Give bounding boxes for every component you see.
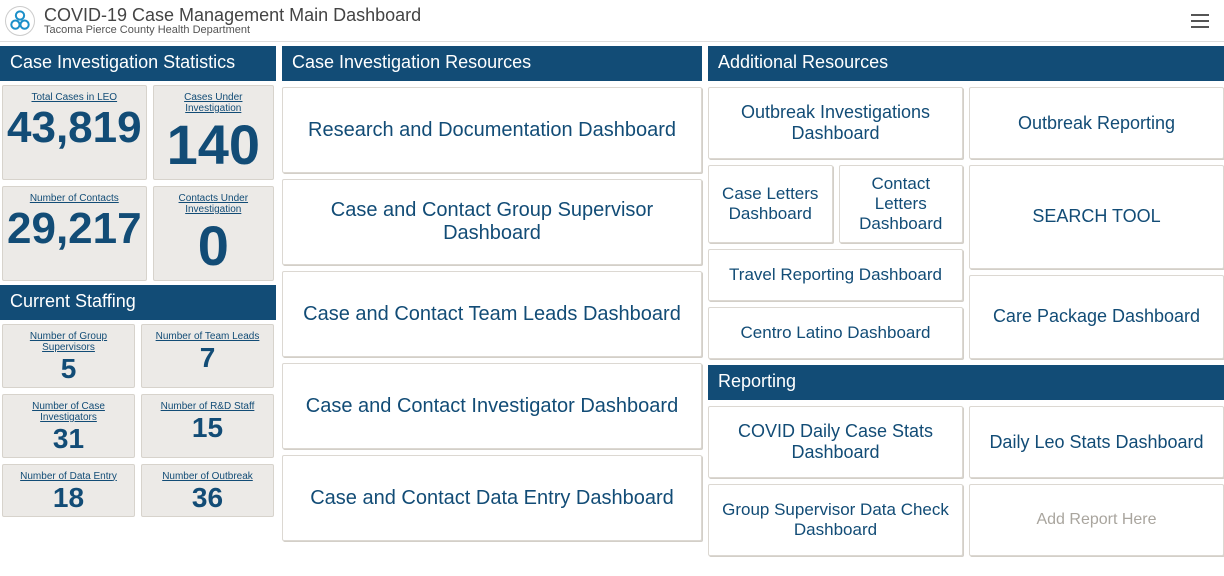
app-subtitle: Tacoma Pierce County Health Department	[44, 24, 1186, 36]
left-column: Case Investigation Statistics Total Case…	[0, 46, 276, 556]
stat-label: Number of Group Supervisors	[7, 331, 130, 353]
stat-value: 18	[7, 484, 130, 512]
row-reporting-2: Group Supervisor Data Check Dashboard Ad…	[708, 484, 1224, 556]
staffing-grid: Number of Group Supervisors 5 Number of …	[0, 324, 276, 517]
row-reporting-1: COVID Daily Case Stats Dashboard Daily L…	[708, 406, 1224, 478]
stat-label: Number of R&D Staff	[146, 401, 269, 412]
stat-value: 5	[7, 355, 130, 383]
case-stats-grid: Total Cases in LEO 43,819 Cases Under In…	[0, 85, 276, 281]
stat-value: 7	[146, 344, 269, 372]
tile-covid-daily-stats[interactable]: COVID Daily Case Stats Dashboard	[708, 406, 963, 478]
section-header-reporting: Reporting	[708, 365, 1224, 400]
stat-value: 43,819	[7, 105, 142, 151]
tile-outbreak-reporting[interactable]: Outbreak Reporting	[969, 87, 1224, 159]
section-header-case-resources: Case Investigation Resources	[282, 46, 702, 81]
stat-group-supervisors[interactable]: Number of Group Supervisors 5	[2, 324, 135, 388]
topbar: COVID-19 Case Management Main Dashboard …	[0, 0, 1224, 42]
stat-value: 36	[146, 484, 269, 512]
stat-outbreak[interactable]: Number of Outbreak 36	[141, 464, 274, 517]
tile-outbreak-investigations[interactable]: Outbreak Investigations Dashboard	[708, 87, 963, 159]
mid-column: Case Investigation Resources Research an…	[282, 46, 702, 556]
stat-team-leads[interactable]: Number of Team Leads 7	[141, 324, 274, 388]
stat-number-of-contacts[interactable]: Number of Contacts 29,217	[2, 186, 147, 281]
stat-value: 15	[146, 414, 269, 442]
tile-add-report-here[interactable]: Add Report Here	[969, 484, 1224, 556]
tile-group-supervisor[interactable]: Case and Contact Group Supervisor Dashbo…	[282, 179, 702, 265]
hamburger-icon	[1191, 14, 1209, 16]
stat-label: Number of Data Entry	[7, 471, 130, 482]
tile-search-tool[interactable]: SEARCH TOOL	[969, 165, 1224, 269]
stat-rd-staff[interactable]: Number of R&D Staff 15	[141, 394, 274, 458]
stat-label: Total Cases in LEO	[7, 92, 142, 103]
app-logo	[6, 7, 34, 35]
tile-team-leads[interactable]: Case and Contact Team Leads Dashboard	[282, 271, 702, 357]
tile-travel-reporting[interactable]: Travel Reporting Dashboard	[708, 249, 963, 301]
tile-case-letters[interactable]: Case Letters Dashboard	[708, 165, 833, 243]
tile-contact-letters[interactable]: Contact Letters Dashboard	[839, 165, 964, 243]
section-header-additional: Additional Resources	[708, 46, 1224, 81]
tile-group-supervisor-data-check[interactable]: Group Supervisor Data Check Dashboard	[708, 484, 963, 556]
stat-label: Cases Under Investigation	[158, 92, 269, 114]
stat-label: Number of Case Investigators	[7, 401, 130, 423]
section-header-statistics: Case Investigation Statistics	[0, 46, 276, 81]
stat-total-cases-leo[interactable]: Total Cases in LEO 43,819	[2, 85, 147, 180]
stat-label: Contacts Under Investigation	[158, 193, 269, 215]
tile-centro-latino[interactable]: Centro Latino Dashboard	[708, 307, 963, 359]
row-outbreak: Outbreak Investigations Dashboard Outbre…	[708, 87, 1224, 159]
tile-daily-leo-stats[interactable]: Daily Leo Stats Dashboard	[969, 406, 1224, 478]
title-block: COVID-19 Case Management Main Dashboard …	[44, 5, 1186, 36]
section-header-staffing: Current Staffing	[0, 285, 276, 320]
stat-label: Number of Team Leads	[146, 331, 269, 342]
stat-value: 140	[158, 116, 269, 175]
stat-label: Number of Contacts	[7, 193, 142, 204]
stat-cases-under-investigation[interactable]: Cases Under Investigation 140	[153, 85, 274, 180]
stat-label: Number of Outbreak	[146, 471, 269, 482]
hamburger-menu-button[interactable]	[1186, 7, 1214, 35]
stat-value: 29,217	[7, 206, 142, 252]
right-column: Additional Resources Outbreak Investigat…	[708, 46, 1224, 556]
stat-data-entry[interactable]: Number of Data Entry 18	[2, 464, 135, 517]
app-title: COVID-19 Case Management Main Dashboard	[44, 5, 1186, 26]
recycle-icon	[9, 10, 31, 32]
tile-care-package[interactable]: Care Package Dashboard	[969, 275, 1224, 359]
tile-data-entry[interactable]: Case and Contact Data Entry Dashboard	[282, 455, 702, 541]
stat-contacts-under-investigation[interactable]: Contacts Under Investigation 0	[153, 186, 274, 281]
stat-case-investigators[interactable]: Number of Case Investigators 31	[2, 394, 135, 458]
tile-research-documentation[interactable]: Research and Documentation Dashboard	[282, 87, 702, 173]
stat-value: 0	[158, 217, 269, 276]
stat-value: 31	[7, 425, 130, 453]
row-letters-search: Case Letters Dashboard Contact Letters D…	[708, 165, 1224, 359]
tile-investigator[interactable]: Case and Contact Investigator Dashboard	[282, 363, 702, 449]
